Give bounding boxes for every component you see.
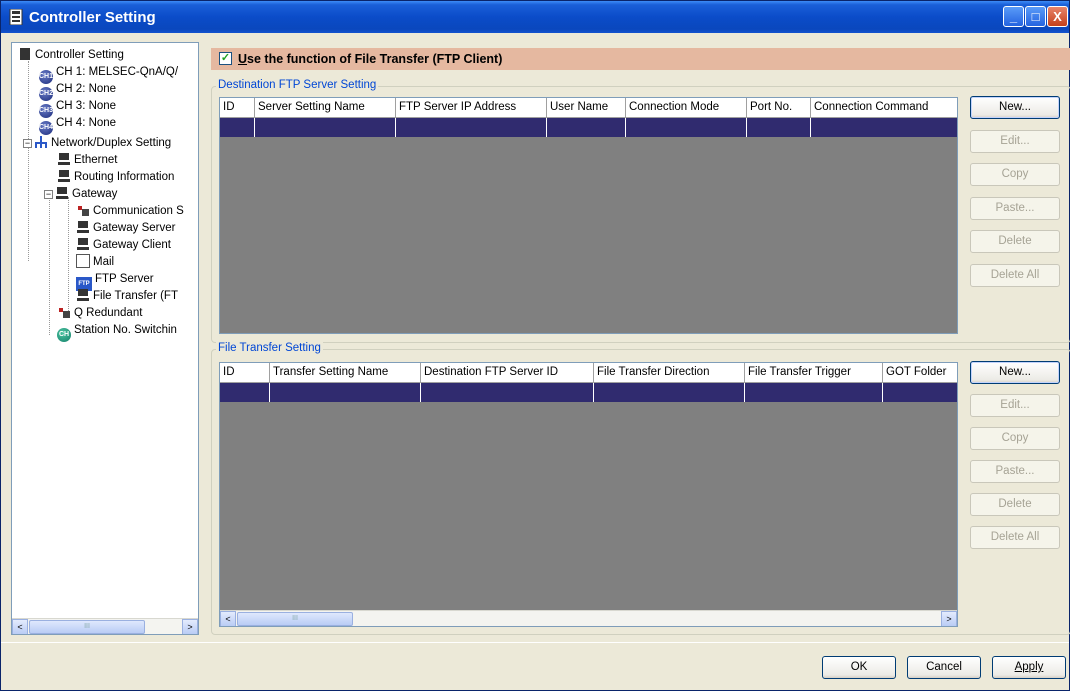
tree-item-routing-information[interactable]: Routing Information [57, 169, 174, 185]
network-icon [34, 135, 48, 149]
tree-item-controller-setting[interactable]: Controller Setting [18, 47, 124, 63]
apply-button[interactable]: Apply [992, 656, 1066, 679]
window-title: Controller Setting [29, 9, 156, 26]
table-horizontal-scrollbar[interactable]: < III > [220, 610, 957, 626]
collapse-icon[interactable]: − [44, 190, 53, 199]
ftp-client-checkbox-label[interactable]: Use the function of File Transfer (FTP C… [238, 52, 502, 66]
tree-item-ethernet[interactable]: Ethernet [57, 152, 117, 168]
maximize-button[interactable]: □ [1025, 6, 1046, 27]
gateway-server-icon [76, 220, 90, 234]
tree-item-mail[interactable]: Mail [76, 254, 114, 270]
tree-item-ftp-server[interactable]: FTP FTP Server [76, 271, 154, 291]
routing-icon [57, 169, 71, 183]
tree-item-ch3[interactable]: CH3 CH 3: None [39, 98, 116, 118]
tree-horizontal-scrollbar[interactable]: < III > [12, 618, 198, 634]
tree-item-station-switching[interactable]: CH Station No. Switchin [57, 322, 177, 342]
column-header[interactable]: Destination FTP Server ID [421, 363, 594, 383]
column-header[interactable]: Port No. [747, 98, 811, 118]
column-header[interactable]: Connection Command [811, 98, 957, 118]
mail-icon [76, 254, 90, 268]
tree-item-q-redundant[interactable]: Q Redundant [57, 305, 142, 321]
column-header[interactable]: GOT Folder [883, 363, 957, 383]
column-header[interactable]: File Transfer Trigger [745, 363, 883, 383]
scroll-thumb[interactable]: III [29, 620, 145, 634]
column-header[interactable]: User Name [547, 98, 626, 118]
scroll-left-arrow[interactable]: < [220, 611, 236, 626]
destination-paste-button[interactable]: Paste... [970, 197, 1060, 220]
ok-button[interactable]: OK [822, 656, 896, 679]
tree-item-file-transfer[interactable]: File Transfer (FT [76, 288, 178, 304]
controller-setting-icon [18, 47, 32, 61]
ch4-icon: CH4 [39, 121, 53, 135]
gateway-client-icon [76, 237, 90, 251]
destination-server-table[interactable]: ID Server Setting Name FTP Server IP Add… [219, 97, 958, 334]
file-transfer-icon [76, 288, 90, 302]
gateway-icon [55, 186, 69, 200]
destination-new-button[interactable]: New... [970, 96, 1060, 119]
transfer-delete-all-button[interactable]: Delete All [970, 526, 1060, 549]
destination-ftp-server-title: Destination FTP Server Setting [216, 79, 379, 91]
tree-item-gateway-client[interactable]: Gateway Client [76, 237, 171, 253]
scroll-right-arrow[interactable]: > [941, 611, 957, 626]
destination-edit-button[interactable]: Edit... [970, 130, 1060, 153]
scroll-thumb[interactable]: III [237, 612, 353, 626]
transfer-edit-button[interactable]: Edit... [970, 394, 1060, 417]
column-header[interactable]: ID [220, 98, 255, 118]
column-header[interactable]: File Transfer Direction [594, 363, 745, 383]
tree-item-ch4[interactable]: CH4 CH 4: None [39, 115, 116, 135]
settings-tree[interactable]: Controller Setting CH1 CH 1: MELSEC-QnA/Q… [11, 42, 199, 635]
destination-delete-all-button[interactable]: Delete All [970, 264, 1060, 287]
table-row[interactable] [220, 383, 957, 402]
transfer-delete-button[interactable]: Delete [970, 493, 1060, 516]
tree-item-communication[interactable]: Communication S [76, 203, 184, 219]
scroll-left-arrow[interactable]: < [12, 619, 28, 634]
transfer-new-button[interactable]: New... [970, 361, 1060, 384]
title-bar[interactable]: Controller Setting _ □ X [1, 1, 1069, 33]
cancel-button[interactable]: Cancel [907, 656, 981, 679]
collapse-icon[interactable]: − [23, 139, 32, 148]
table-row[interactable] [220, 118, 957, 137]
transfer-paste-button[interactable]: Paste... [970, 460, 1060, 483]
ftp-client-enable-bar: ✓ Use the function of File Transfer (FTP… [211, 48, 1070, 70]
file-transfer-setting-title: File Transfer Setting [216, 342, 323, 354]
scroll-right-arrow[interactable]: > [182, 619, 198, 634]
minimize-button[interactable]: _ [1003, 6, 1024, 27]
column-header[interactable]: Connection Mode [626, 98, 747, 118]
close-button[interactable]: X [1047, 6, 1068, 27]
tree-item-ch2[interactable]: CH2 CH 2: None [39, 81, 116, 101]
column-header[interactable]: Server Setting Name [255, 98, 396, 118]
ftp-client-checkbox[interactable]: ✓ [219, 52, 232, 65]
destination-delete-button[interactable]: Delete [970, 230, 1060, 253]
tree-item-gateway[interactable]: − Gateway [44, 186, 117, 202]
controller-setting-window: Controller Setting _ □ X Controller Sett… [0, 0, 1070, 691]
ethernet-icon [57, 152, 71, 166]
q-redundant-icon [57, 305, 71, 319]
transfer-copy-button[interactable]: Copy [970, 427, 1060, 450]
station-switching-icon: CH [57, 328, 71, 342]
file-transfer-table[interactable]: ID Transfer Setting Name Destination FTP… [219, 362, 958, 627]
tree-item-gateway-server[interactable]: Gateway Server [76, 220, 175, 236]
controller-app-icon [9, 9, 23, 25]
destination-copy-button[interactable]: Copy [970, 163, 1060, 186]
tree-item-ch1[interactable]: CH1 CH 1: MELSEC-QnA/Q/ [39, 64, 178, 84]
tree-item-network-duplex[interactable]: − Network/Duplex Setting [23, 135, 171, 151]
column-header[interactable]: FTP Server IP Address [396, 98, 547, 118]
column-header[interactable]: Transfer Setting Name [270, 363, 421, 383]
communication-icon [76, 203, 90, 217]
column-header[interactable]: ID [220, 363, 270, 383]
